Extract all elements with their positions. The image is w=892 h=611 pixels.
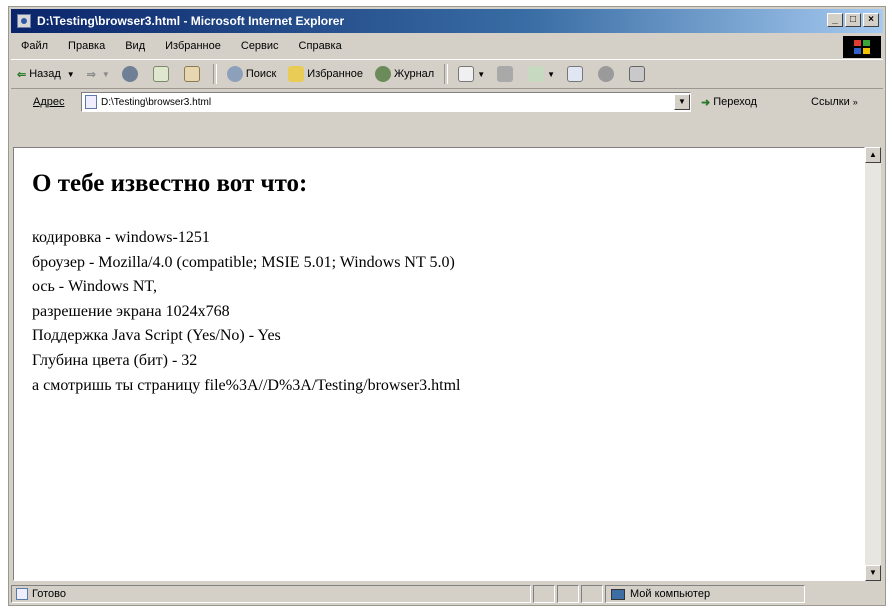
chevron-right-icon: » — [852, 97, 858, 107]
address-bar: Адрес D:\Testing\browser3.html ▼ ➜ Перех… — [11, 89, 883, 115]
links-label: Ссылки — [811, 96, 850, 108]
info-line-color-depth: Глубина цвета (бит) - 32 — [32, 351, 198, 369]
status-zone-pane: Мой компьютер — [605, 585, 805, 603]
chevron-down-icon: ▼ — [66, 69, 75, 79]
forward-button[interactable]: ⇒ ▼ — [87, 68, 110, 81]
toolbar-separator — [212, 64, 217, 84]
discuss-icon — [567, 66, 584, 82]
window-title: D:\Testing\browser3.html - Microsoft Int… — [37, 14, 345, 28]
minimize-button[interactable]: _ — [827, 13, 843, 27]
back-button[interactable]: ⇐ Назад ▼ — [17, 68, 75, 81]
info-line-browser: броузер - Mozilla/4.0 (compatible; MSIE … — [32, 253, 455, 271]
edit-button[interactable]: ▼ — [528, 66, 555, 82]
windows-logo-icon — [843, 36, 881, 58]
address-label: Адрес — [33, 96, 65, 108]
back-label: Назад — [29, 68, 61, 80]
go-button[interactable]: ➜ Переход — [701, 96, 757, 109]
print-button[interactable] — [497, 66, 516, 82]
menu-bar: Файл Правка Вид Избранное Сервис Справка — [11, 35, 883, 57]
refresh-button[interactable] — [152, 66, 172, 82]
status-zone: Мой компьютер — [630, 588, 711, 600]
info-line-resolution: разрешение экрана 1024x768 — [32, 302, 230, 320]
close-button[interactable]: × — [863, 13, 879, 27]
status-pane — [581, 585, 603, 603]
home-icon — [183, 66, 200, 82]
page-heading: О тебе известно вот что: — [32, 170, 308, 197]
go-label: Переход — [713, 96, 757, 108]
stop-button[interactable] — [121, 66, 141, 82]
mail-icon — [458, 66, 475, 82]
status-main-pane: Готово — [11, 585, 531, 603]
menu-favorites[interactable]: Избранное — [155, 40, 231, 52]
info-line-url: а смотришь ты страницу file%3A//D%3A/Tes… — [32, 376, 461, 394]
status-pane — [533, 585, 555, 603]
browser-window: D:\Testing\browser3.html - Microsoft Int… — [8, 6, 886, 606]
status-pane — [557, 585, 579, 603]
go-arrow-icon: ➜ — [701, 96, 711, 109]
edit-icon — [528, 66, 545, 82]
discuss-button[interactable] — [567, 66, 586, 82]
history-button[interactable]: Журнал — [375, 66, 434, 82]
page-icon — [85, 95, 97, 109]
toolbar-separator — [444, 64, 449, 84]
mail-button[interactable]: ▼ — [458, 66, 485, 82]
menu-tools[interactable]: Сервис — [231, 40, 289, 52]
history-label: Журнал — [394, 68, 435, 80]
page-done-icon — [16, 588, 28, 600]
scroll-down-button[interactable]: ▼ — [865, 565, 881, 581]
forward-arrow-icon: ⇒ — [86, 68, 96, 81]
menu-edit[interactable]: Правка — [58, 40, 115, 52]
scroll-up-button[interactable]: ▲ — [865, 147, 881, 163]
title-bar[interactable]: D:\Testing\browser3.html - Microsoft Int… — [11, 9, 883, 33]
print-icon — [497, 66, 514, 82]
search-button[interactable]: Поиск — [226, 66, 277, 82]
favorites-label: Избранное — [307, 68, 364, 80]
status-bar: Готово Мой компьютер — [11, 585, 883, 605]
address-input[interactable]: D:\Testing\browser3.html ▼ — [81, 92, 691, 112]
favorites-icon — [288, 66, 305, 82]
search-icon — [226, 66, 243, 82]
back-arrow-icon: ⇐ — [17, 68, 27, 81]
address-dropdown-button[interactable]: ▼ — [674, 94, 690, 110]
page-content: О тебе известно вот что: кодировка - win… — [13, 147, 865, 581]
chevron-down-icon: ▼ — [101, 69, 110, 79]
status-text: Готово — [32, 588, 66, 600]
stop-icon — [121, 66, 138, 82]
info-line-javascript: Поддержка Java Script (Yes/No) - Yes — [32, 327, 281, 345]
menu-help[interactable]: Справка — [289, 40, 352, 52]
address-value: D:\Testing\browser3.html — [101, 96, 212, 108]
history-icon — [375, 66, 392, 82]
ie-app-icon[interactable] — [17, 14, 31, 28]
info-lines: кодировка - windows-1251 броузер - Mozil… — [32, 226, 460, 398]
info-line-encoding: кодировка - windows-1251 — [32, 229, 210, 246]
gear-icon — [598, 66, 615, 82]
home-button[interactable] — [183, 66, 203, 82]
refresh-icon — [152, 66, 169, 82]
research-button[interactable] — [598, 66, 617, 82]
messenger-button[interactable] — [629, 66, 648, 82]
favorites-button[interactable]: Избранное — [288, 66, 363, 82]
chevron-down-icon: ▼ — [547, 69, 556, 79]
info-line-os: ось - Windows NT, — [32, 278, 157, 296]
links-button[interactable]: Ссылки » — [811, 96, 858, 108]
messenger-icon — [629, 66, 646, 82]
search-label: Поиск — [245, 68, 277, 80]
computer-icon — [611, 588, 625, 600]
chevron-down-icon: ▼ — [477, 69, 486, 79]
standard-toolbar: ⇐ Назад ▼ ⇒ ▼ Поиск Избранное Журнал ▼ ▼ — [11, 59, 883, 89]
menu-view[interactable]: Вид — [115, 40, 155, 52]
vertical-scrollbar[interactable]: ▲ ▼ — [865, 147, 881, 581]
menu-file[interactable]: Файл — [11, 40, 58, 52]
maximize-button[interactable]: □ — [845, 13, 861, 27]
